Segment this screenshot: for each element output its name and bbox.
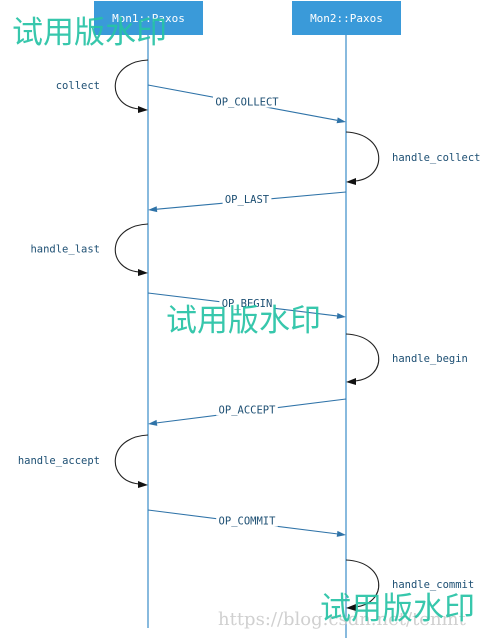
self-call: handle_accept <box>18 434 149 488</box>
message-label: OP_ACCEPT <box>219 405 277 417</box>
self-call: collect <box>56 59 149 113</box>
self-call-line <box>114 223 149 273</box>
self-call-label: collect <box>56 80 100 92</box>
arrow-head-icon <box>336 117 346 124</box>
arrow-head-icon <box>336 312 346 319</box>
arrow-head-icon <box>346 178 356 185</box>
actor-mon2: Mon2::Paxos <box>292 1 401 35</box>
trial-watermark-top: 试用版水印 <box>12 15 167 51</box>
arrow-head-icon <box>346 378 356 385</box>
sequence-diagram: Mon1::Paxos Mon2::Paxos collectOP_COLLEC… <box>12 1 481 638</box>
arrow-head-icon <box>336 530 346 537</box>
arrow-head-icon <box>148 419 158 426</box>
self-call-label: handle_commit <box>392 579 474 591</box>
self-call: handle_begin <box>345 333 468 385</box>
message: OP_COMMIT <box>147 509 346 537</box>
self-call-line <box>114 59 149 110</box>
message: OP_ACCEPT <box>148 398 347 426</box>
message: OP_LAST <box>148 191 347 213</box>
message-label: OP_COLLECT <box>215 97 279 109</box>
self-call-line <box>114 434 149 485</box>
message: OP_COLLECT <box>147 84 346 124</box>
arrow-head-icon <box>138 481 148 488</box>
self-call-label: handle_accept <box>18 455 100 467</box>
actor-label-mon2: Mon2::Paxos <box>310 12 383 25</box>
arrow-head-icon <box>138 106 148 113</box>
self-call-label: handle_begin <box>392 353 468 365</box>
message-label: OP_COMMIT <box>219 516 277 528</box>
trial-watermark-bottom: 试用版水印 <box>320 591 475 627</box>
arrow-head-icon <box>138 269 148 276</box>
message-label: OP_LAST <box>225 194 270 206</box>
self-call-line <box>345 131 380 182</box>
arrow-head-icon <box>148 206 158 213</box>
self-call-line <box>345 333 380 382</box>
trial-watermark-middle: 试用版水印 <box>166 303 321 339</box>
self-call-label: handle_collect <box>392 152 481 164</box>
self-call: handle_last <box>30 223 149 276</box>
self-call-label: handle_last <box>30 244 100 256</box>
self-call: handle_collect <box>345 131 481 185</box>
